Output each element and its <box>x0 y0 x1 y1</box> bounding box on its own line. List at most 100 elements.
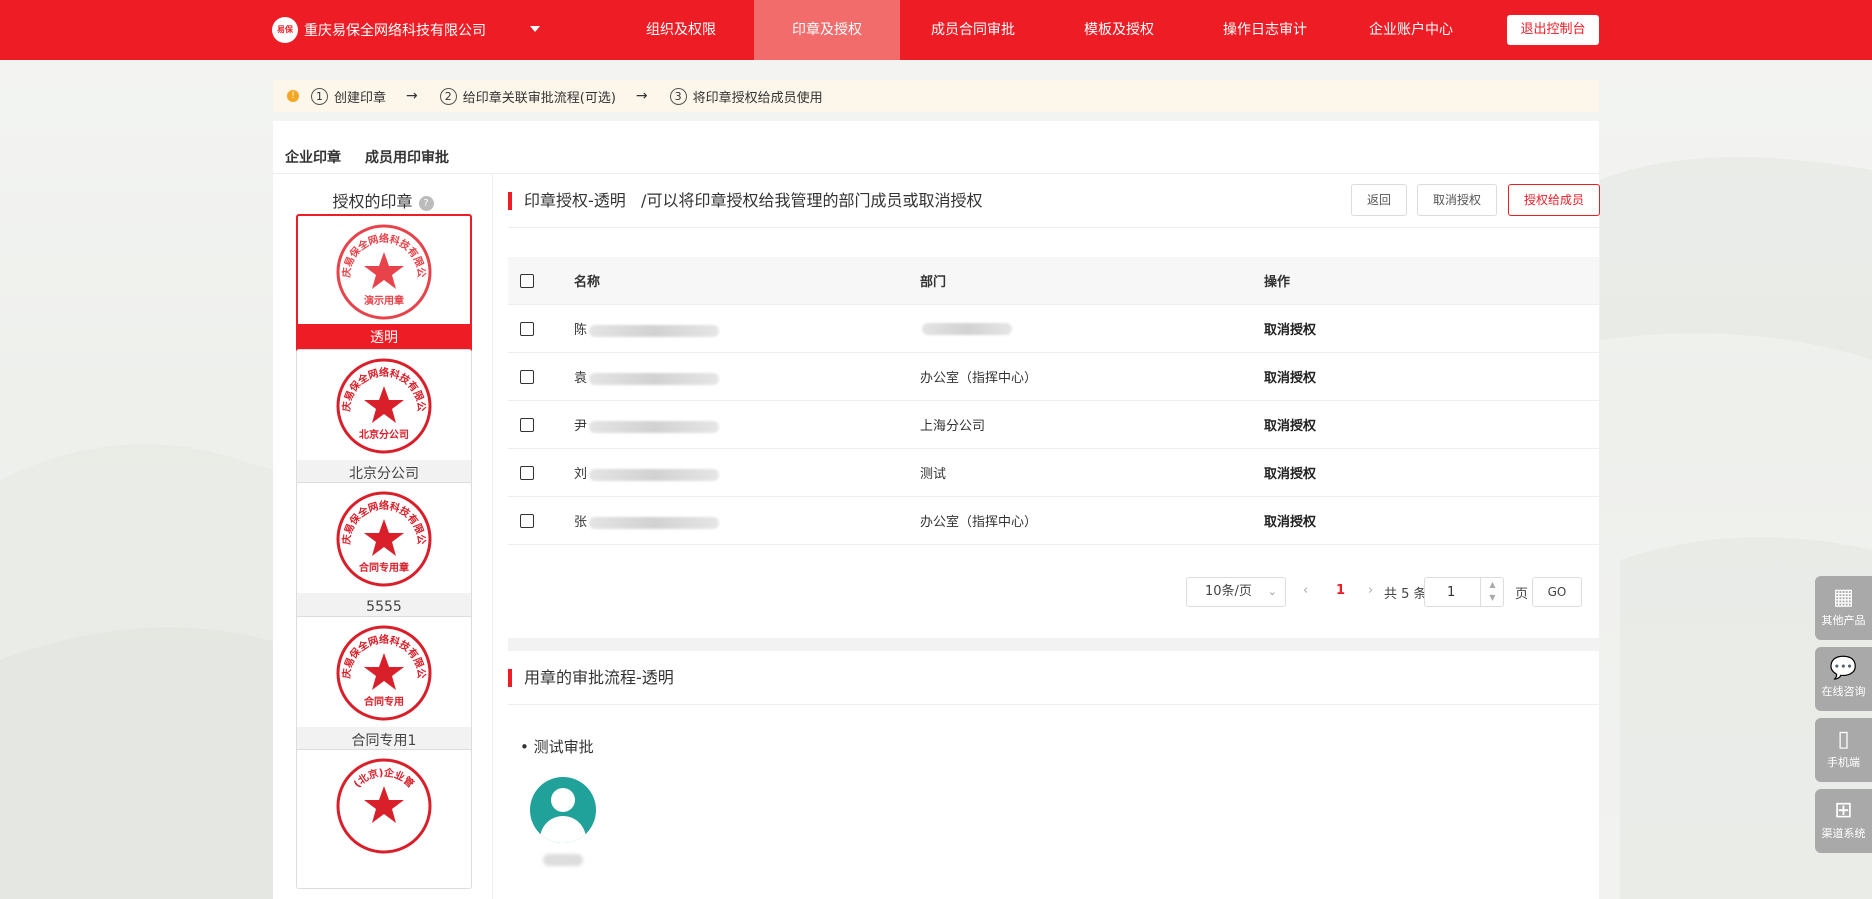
seal-image: 重庆易保全网络科技有限公司北京分公司 <box>297 350 471 462</box>
grant-to-member-button[interactable]: 授权给成员 <box>1508 184 1600 216</box>
side-tool-mobile[interactable]: ▯ 手机端 <box>1815 718 1872 782</box>
approver-name-blurred <box>543 854 583 866</box>
row-checkbox[interactable] <box>520 321 534 336</box>
select-all-checkbox[interactable] <box>520 273 534 288</box>
blurred-text <box>589 324 720 337</box>
revoke-authorization-link[interactable]: 取消授权 <box>1264 515 1316 530</box>
revoke-authorization-link[interactable]: 取消授权 <box>1264 419 1316 434</box>
member-name: 刘 <box>574 463 920 482</box>
table-header: 名称 部门 操作 <box>508 257 1599 305</box>
back-button[interactable]: 返回 <box>1351 184 1407 216</box>
side-tool-label: 其他产品 <box>1821 614 1866 627</box>
row-checkbox[interactable] <box>520 417 534 432</box>
auth-panel-title: 印章授权-透明 /可以将印章授权给我管理的部门成员或取消授权 <box>508 192 982 210</box>
mobile-icon: ▯ <box>1837 727 1850 752</box>
org-tree-icon: ⊞ <box>1834 798 1853 823</box>
member-name: 尹 <box>574 415 920 434</box>
apps-icon: ▦ <box>1833 585 1854 610</box>
member-table: 名称 部门 操作 陈取消授权袁办公室（指挥中心） 取消授权尹上海分公司 取消授权刘测… <box>508 257 1599 545</box>
tab-enterprise-seal[interactable]: 企业印章 <box>285 147 341 167</box>
blurred-text <box>589 516 720 529</box>
page-size-select[interactable]: 10条/页 ⌄ <box>1186 577 1286 607</box>
nav-org-permissions[interactable]: 组织及权限 <box>608 0 754 60</box>
nav-operation-log[interactable]: 操作日志审计 <box>1192 0 1338 60</box>
nav-template-authorization[interactable]: 模板及授权 <box>1046 0 1192 60</box>
table-row: 陈 取消授权 <box>508 305 1599 353</box>
member-name: 袁 <box>574 367 920 386</box>
seal-card[interactable]: 重庆易保全网络科技有限公司演示用章透明 <box>296 214 472 354</box>
arrow-right-icon: → <box>635 88 648 104</box>
seal-name: 透明 <box>298 324 470 352</box>
brand[interactable]: 易保 重庆易保全网络科技有限公司 <box>272 17 486 43</box>
row-checkbox[interactable] <box>520 465 534 480</box>
approval-flow-title: 用章的审批流程-透明 <box>508 669 674 687</box>
row-checkbox[interactable] <box>520 369 534 384</box>
page-number-current[interactable]: 1 <box>1336 583 1345 598</box>
info-icon: ! <box>287 90 299 102</box>
seal-card[interactable]: 重庆易保全网络科技有限公司合同专用章5555 <box>296 482 472 622</box>
main-card: 企业印章 成员用印审批 授权的印章? 重庆易保全网络科技有限公司演示用章透明重庆… <box>273 121 1600 899</box>
seal-list: 授权的印章? 重庆易保全网络科技有限公司演示用章透明重庆易保全网络科技有限公司北… <box>273 174 493 899</box>
next-page-icon[interactable]: › <box>1368 583 1373 598</box>
svg-text:演示用章: 演示用章 <box>364 294 404 307</box>
page-jump-stepper[interactable]: ▲ ▼ <box>1480 578 1504 606</box>
avatar-head <box>551 788 575 812</box>
side-tool-org-tree[interactable]: ⊞ 渠道系统 <box>1815 789 1872 853</box>
member-dept: 测试 <box>920 467 947 482</box>
nav-enterprise-account[interactable]: 企业账户中心 <box>1338 0 1484 60</box>
member-name: 张 <box>574 511 920 530</box>
blurred-text <box>589 420 720 433</box>
member-dept <box>920 321 1264 336</box>
side-tool-apps[interactable]: ▦ 其他产品 <box>1815 576 1872 640</box>
blurred-text <box>589 468 720 481</box>
section-gap <box>508 638 1599 651</box>
page-unit-label: 页 <box>1515 587 1529 602</box>
seal-image: 重庆易保全网络科技有限公司合同专用章 <box>297 483 471 595</box>
cancel-authorization-button[interactable]: 取消授权 <box>1417 184 1497 216</box>
member-name: 陈 <box>574 319 920 338</box>
arrow-right-icon: → <box>406 88 418 104</box>
nav-seal-authorization[interactable]: 印章及授权 <box>754 0 900 60</box>
side-tool-label: 渠道系统 <box>1821 827 1866 840</box>
avatar-body <box>540 816 586 843</box>
column-header-op: 操作 <box>1264 275 1291 290</box>
help-icon[interactable]: ? <box>418 196 434 211</box>
table-row: 刘测试 取消授权 <box>508 449 1599 497</box>
seal-card[interactable]: 重庆易保全网络科技有限公司北京分公司北京分公司 <box>296 349 472 489</box>
company-switch-caret-icon[interactable] <box>530 26 540 32</box>
approver-avatar <box>530 777 596 843</box>
chat-icon: 💬 <box>1829 656 1858 681</box>
prev-page-icon[interactable]: ‹ <box>1303 583 1308 598</box>
table-row: 袁办公室（指挥中心） 取消授权 <box>508 353 1599 401</box>
member-dept: 办公室（指挥中心） <box>920 371 1038 386</box>
tab-bar: 企业印章 成员用印审批 <box>285 147 473 167</box>
tab-member-seal-approval[interactable]: 成员用印审批 <box>365 147 449 167</box>
blurred-text <box>589 372 720 385</box>
member-dept: 上海分公司 <box>920 419 986 434</box>
revoke-authorization-link[interactable]: 取消授权 <box>1264 323 1316 338</box>
revoke-authorization-link[interactable]: 取消授权 <box>1264 371 1316 386</box>
revoke-authorization-link[interactable]: 取消授权 <box>1264 467 1316 482</box>
step-3: 3 将印章授权给成员使用 <box>669 87 823 106</box>
go-button[interactable]: GO <box>1532 577 1582 607</box>
svg-text:合同专用章: 合同专用章 <box>358 561 409 574</box>
column-header-name: 名称 <box>574 275 601 290</box>
seal-image: (北京)企业管 <box>297 750 471 862</box>
auth-panel-header: 印章授权-透明 /可以将印章授权给我管理的部门成员或取消授权 返回 取消授权 授… <box>508 174 1600 228</box>
total-count: 共 5 条 <box>1384 587 1427 602</box>
blurred-text <box>922 322 1012 335</box>
seal-card[interactable]: (北京)企业管 <box>296 749 472 889</box>
seal-card[interactable]: 重庆易保全网络科技有限公司合同专用合同专用1 <box>296 616 472 756</box>
svg-text:北京分公司: 北京分公司 <box>359 428 409 441</box>
side-tool-chat[interactable]: 💬 在线咨询 <box>1815 647 1872 711</box>
svg-text:合同专用: 合同专用 <box>363 695 404 708</box>
column-header-dept: 部门 <box>920 275 947 290</box>
exit-console-button[interactable]: 退出控制台 <box>1507 15 1599 45</box>
row-checkbox[interactable] <box>520 513 534 528</box>
top-navbar: 易保 重庆易保全网络科技有限公司 组织及权限 印章及授权 成员合同审批 模板及授… <box>0 0 1872 60</box>
side-tool-label: 手机端 <box>1827 756 1860 769</box>
nav-contract-approval[interactable]: 成员合同审批 <box>900 0 1046 60</box>
main-nav: 组织及权限 印章及授权 成员合同审批 模板及授权 操作日志审计 企业账户中心 <box>608 0 1484 60</box>
step-2: 2 给印章关联审批流程(可选) <box>439 87 616 106</box>
member-dept: 办公室（指挥中心） <box>920 515 1038 530</box>
